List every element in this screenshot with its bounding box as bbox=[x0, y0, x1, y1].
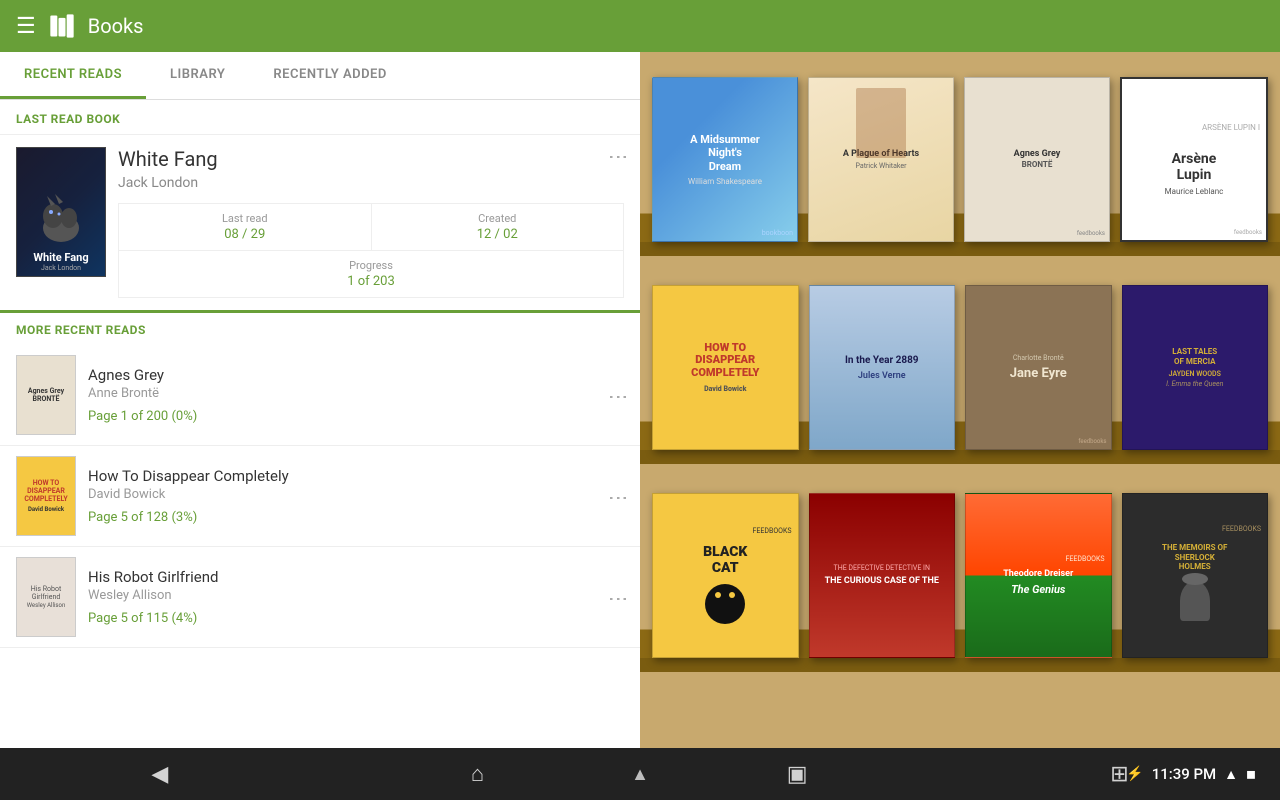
disappear-info: How To Disappear Completely David Bowick… bbox=[88, 467, 602, 525]
book-defective[interactable]: THE DEFECTIVE DETECTIVE IN THE CURIOUS C… bbox=[809, 493, 956, 658]
usb-icon: ⚡ bbox=[1126, 766, 1143, 782]
scroll-up-button[interactable]: ▲ bbox=[631, 764, 649, 785]
book-arsene[interactable]: ARSÈNE LUPIN I ArsèneLupin Maurice Lebla… bbox=[1120, 77, 1268, 242]
left-panel: Recent Reads Library Recently Added LAST… bbox=[0, 52, 640, 800]
last-read-top: White Fang Jack London ⋮ bbox=[118, 147, 624, 191]
shelf-divider-3 bbox=[640, 658, 1280, 672]
main-container: Recent Reads Library Recently Added LAST… bbox=[0, 52, 1280, 800]
book-lasttales[interactable]: LAST TALESOF MERCIA JAYDEN WOODS I. Emma… bbox=[1122, 285, 1269, 450]
navigation-bar: ◀ ⌂ ▣ ⊞ ▲ ⚡ 11:39 PM ▲ ◼ bbox=[0, 748, 1280, 800]
tab-recent-reads[interactable]: Recent Reads bbox=[0, 52, 146, 99]
shelf-row-2-wrapper: HOW TODISAPPEARCOMPLETELY David Bowick I… bbox=[640, 260, 1280, 464]
disappear-author: David Bowick bbox=[88, 487, 602, 502]
book-plague[interactable]: A Plague of Hearts Patrick Whitaker bbox=[808, 77, 954, 242]
book-disappear-shelf[interactable]: HOW TODISAPPEARCOMPLETELY David Bowick bbox=[652, 285, 799, 450]
last-read-book-card[interactable]: White Fang Jack London White Fang Jack L… bbox=[0, 135, 640, 310]
book-agnes-shelf[interactable]: Agnes GreyBRONTË feedbooks bbox=[964, 77, 1110, 242]
agnes-title: Agnes Grey bbox=[88, 366, 602, 384]
created-label: Created bbox=[384, 212, 612, 225]
robot-info: His Robot Girlfriend Wesley Allison Page… bbox=[88, 568, 602, 626]
shelf-row-1: A MidsummerNight'sDream William Shakespe… bbox=[640, 52, 1280, 242]
tab-recently-added[interactable]: Recently Added bbox=[249, 52, 410, 99]
last-read-value: 08 / 29 bbox=[131, 227, 359, 242]
meta-row-dates: Last read 08 / 29 Created 12 / 02 bbox=[119, 204, 623, 251]
recent-apps-button[interactable]: ▣ bbox=[787, 762, 808, 787]
book-title: White Fang bbox=[118, 147, 218, 171]
book-meta-table: Last read 08 / 29 Created 12 / 02 Progre… bbox=[118, 203, 624, 298]
status-time: 11:39 PM bbox=[1152, 765, 1216, 783]
agnes-author: Anne Brontë bbox=[88, 386, 602, 401]
books-icon bbox=[48, 12, 76, 40]
tab-bar: Recent Reads Library Recently Added bbox=[0, 52, 640, 100]
last-read-menu-button[interactable]: ⋮ bbox=[614, 147, 624, 163]
shelf-row-3: FEEDBOOKS BLACKCAT THE DEFECTIVE DETECTI… bbox=[640, 468, 1280, 658]
recent-item-disappear[interactable]: HOW TODISAPPEARCOMPLETELY David Bowick H… bbox=[0, 446, 640, 547]
last-read-section-header: LAST READ BOOK bbox=[0, 100, 640, 135]
meta-last-read: Last read 08 / 29 bbox=[119, 204, 372, 250]
book-dreiser[interactable]: FEEDBOOKS Theodore Dreiser The Genius bbox=[965, 493, 1112, 658]
wf-title: White Fang bbox=[33, 252, 88, 264]
agnes-cover: Agnes GreyBRONTË bbox=[16, 355, 76, 435]
last-read-label: Last read bbox=[131, 212, 359, 225]
robot-title: His Robot Girlfriend bbox=[88, 568, 602, 586]
bookshelf-panel: A MidsummerNight'sDream William Shakespe… bbox=[640, 52, 1280, 800]
book-midsummer[interactable]: A MidsummerNight'sDream William Shakespe… bbox=[652, 77, 798, 242]
robot-author: Wesley Allison bbox=[88, 588, 602, 603]
created-value: 12 / 02 bbox=[384, 227, 612, 242]
book-blackcat[interactable]: FEEDBOOKS BLACKCAT bbox=[652, 493, 799, 658]
agnes-progress: Page 1 of 200 (0%) bbox=[88, 409, 602, 424]
home-button[interactable]: ⌂ bbox=[471, 761, 484, 787]
top-bar: ☰ Books bbox=[0, 0, 1280, 52]
recent-item-robot[interactable]: His RobotGirlfriendWesley Allison His Ro… bbox=[0, 547, 640, 648]
meta-row-progress: Progress 1 of 203 bbox=[119, 251, 623, 297]
progress-label: Progress bbox=[131, 259, 611, 272]
robot-progress: Page 5 of 115 (4%) bbox=[88, 611, 602, 626]
book-verne[interactable]: In the Year 2889 Jules Verne bbox=[809, 285, 956, 450]
status-area: ⚡ 11:39 PM ▲ ◼ bbox=[1126, 765, 1256, 783]
agnes-menu-button[interactable]: ⋮ bbox=[614, 387, 624, 403]
meta-created: Created 12 / 02 bbox=[372, 204, 624, 250]
app-logo bbox=[48, 12, 76, 40]
robot-menu-button[interactable]: ⋮ bbox=[614, 589, 624, 605]
progress-value: 1 of 203 bbox=[131, 274, 611, 289]
whitefang-cover: White Fang Jack London bbox=[16, 147, 106, 277]
wifi-icon: ▲ bbox=[1224, 766, 1238, 783]
disappear-menu-button[interactable]: ⋮ bbox=[614, 488, 624, 504]
shelf-row-1-wrapper: A MidsummerNight'sDream William Shakespe… bbox=[640, 52, 1280, 256]
robot-cover: His RobotGirlfriendWesley Allison bbox=[16, 557, 76, 637]
disappear-title: How To Disappear Completely bbox=[88, 467, 602, 485]
back-button[interactable]: ◀ bbox=[151, 762, 168, 787]
last-read-details: White Fang Jack London ⋮ Last read 08 / … bbox=[118, 147, 624, 298]
more-recent-section-header: MORE RECENT READS bbox=[0, 310, 640, 345]
book-janeeyre[interactable]: Charlotte Brontë Jane Eyre feedbooks bbox=[965, 285, 1112, 450]
shelf-row-2: HOW TODISAPPEARCOMPLETELY David Bowick I… bbox=[640, 260, 1280, 450]
tab-library[interactable]: Library bbox=[146, 52, 249, 99]
agnes-info: Agnes Grey Anne Brontë Page 1 of 200 (0%… bbox=[88, 366, 602, 424]
book-sherlock[interactable]: FEEDBOOKS THE MEMOIRS OFSHERLOCKHOLMES bbox=[1122, 493, 1269, 658]
wolf-illustration bbox=[31, 188, 91, 248]
meta-progress: Progress 1 of 203 bbox=[119, 251, 623, 297]
shelf-divider-1 bbox=[640, 242, 1280, 256]
book-author: Jack London bbox=[118, 175, 218, 191]
disappear-cover: HOW TODISAPPEARCOMPLETELY David Bowick bbox=[16, 456, 76, 536]
shelf-divider-2 bbox=[640, 450, 1280, 464]
menu-icon[interactable]: ☰ bbox=[16, 14, 36, 39]
shelf-row-3-wrapper: FEEDBOOKS BLACKCAT THE DEFECTIVE DETECTI… bbox=[640, 468, 1280, 672]
app-title: Books bbox=[88, 14, 144, 38]
signal-icon: ◼ bbox=[1246, 767, 1256, 781]
disappear-progress: Page 5 of 128 (3%) bbox=[88, 510, 602, 525]
wf-author: Jack London bbox=[41, 264, 81, 272]
recent-item-agnes[interactable]: Agnes GreyBRONTË Agnes Grey Anne Brontë … bbox=[0, 345, 640, 446]
